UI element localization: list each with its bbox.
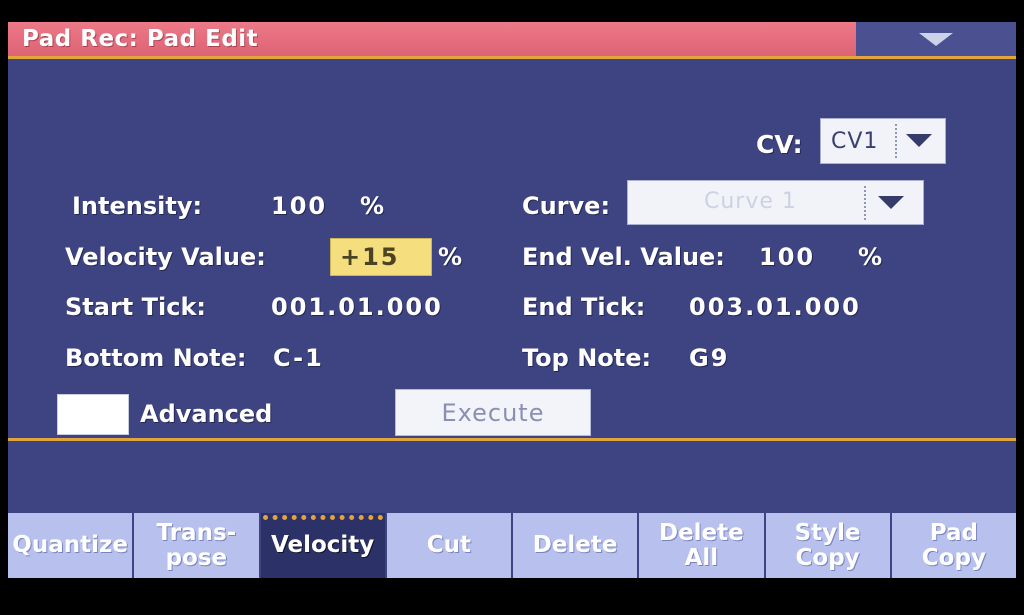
tab-cut[interactable]: Cut: [386, 513, 513, 578]
page-menu-button[interactable]: [856, 22, 1016, 56]
advanced-label: Advanced: [140, 400, 273, 428]
section-divider: [8, 438, 1016, 441]
tab-label: Velocity: [270, 532, 375, 558]
advanced-checkbox[interactable]: [57, 394, 129, 435]
curve-value: Curve 1: [704, 189, 797, 214]
top-note-value[interactable]: G9: [689, 344, 729, 372]
tab-delete[interactable]: Delete: [513, 513, 640, 578]
top-note-label: Top Note:: [522, 344, 652, 372]
curve-label: Curve:: [522, 192, 611, 220]
cv-value: CV1: [831, 128, 879, 154]
curve-dropdown[interactable]: Curve 1: [627, 180, 924, 225]
tab-label: Quantize: [12, 532, 128, 558]
device-screen: Pad Rec: Pad Edit CV: CV1 Intensity: 100…: [0, 0, 1024, 615]
execute-button[interactable]: Execute: [395, 389, 591, 436]
dropdown-separator: [895, 124, 897, 158]
tab-pad-copy[interactable]: Pad Copy: [891, 513, 1016, 578]
end-vel-value-unit: %: [858, 243, 883, 271]
page-title: Pad Rec: Pad Edit: [22, 26, 259, 52]
tab-transpose[interactable]: Trans- pose: [134, 513, 261, 578]
bottom-note-label: Bottom Note:: [65, 344, 247, 372]
lcd-panel: Pad Rec: Pad Edit CV: CV1 Intensity: 100…: [8, 22, 1016, 578]
velocity-value-field[interactable]: +15: [330, 238, 432, 276]
tab-label: Cut: [426, 532, 471, 558]
tab-quantize[interactable]: Quantize: [8, 513, 135, 578]
intensity-label: Intensity:: [72, 192, 203, 220]
velocity-value-unit: %: [438, 243, 463, 271]
velocity-value-text: +15: [340, 243, 400, 271]
bottom-note-value[interactable]: C-1: [273, 344, 324, 372]
execute-button-label: Execute: [441, 398, 545, 427]
start-tick-value[interactable]: 001.01.000: [271, 293, 443, 321]
end-tick-label: End Tick:: [522, 293, 646, 321]
end-vel-value-label: End Vel. Value:: [522, 243, 725, 271]
triangle-down-icon: [878, 196, 904, 209]
tab-label: Delete All: [658, 519, 744, 571]
title-divider: [8, 56, 1016, 59]
chevron-down-icon: [919, 32, 953, 46]
tab-label: Delete: [532, 532, 618, 558]
tab-label: Style Copy: [794, 519, 861, 571]
tab-style-copy[interactable]: Style Copy: [765, 513, 892, 578]
intensity-value[interactable]: 100: [271, 192, 327, 220]
tab-label: Pad Copy: [921, 519, 986, 571]
cv-label: CV:: [756, 130, 803, 159]
start-tick-label: Start Tick:: [65, 293, 206, 321]
tab-delete-all[interactable]: Delete All: [639, 513, 766, 578]
end-tick-value[interactable]: 003.01.000: [689, 293, 861, 321]
end-vel-value-value[interactable]: 100: [759, 243, 815, 271]
velocity-value-label: Velocity Value:: [65, 243, 266, 271]
cv-dropdown[interactable]: CV1: [820, 118, 946, 164]
tab-bar: Quantize Trans- pose Velocity Cut Delete…: [8, 513, 1016, 578]
intensity-unit: %: [360, 192, 385, 220]
triangle-down-icon: [906, 134, 932, 147]
tab-label: Trans- pose: [156, 519, 237, 571]
tab-velocity[interactable]: Velocity: [260, 513, 387, 578]
dropdown-separator: [864, 186, 866, 220]
